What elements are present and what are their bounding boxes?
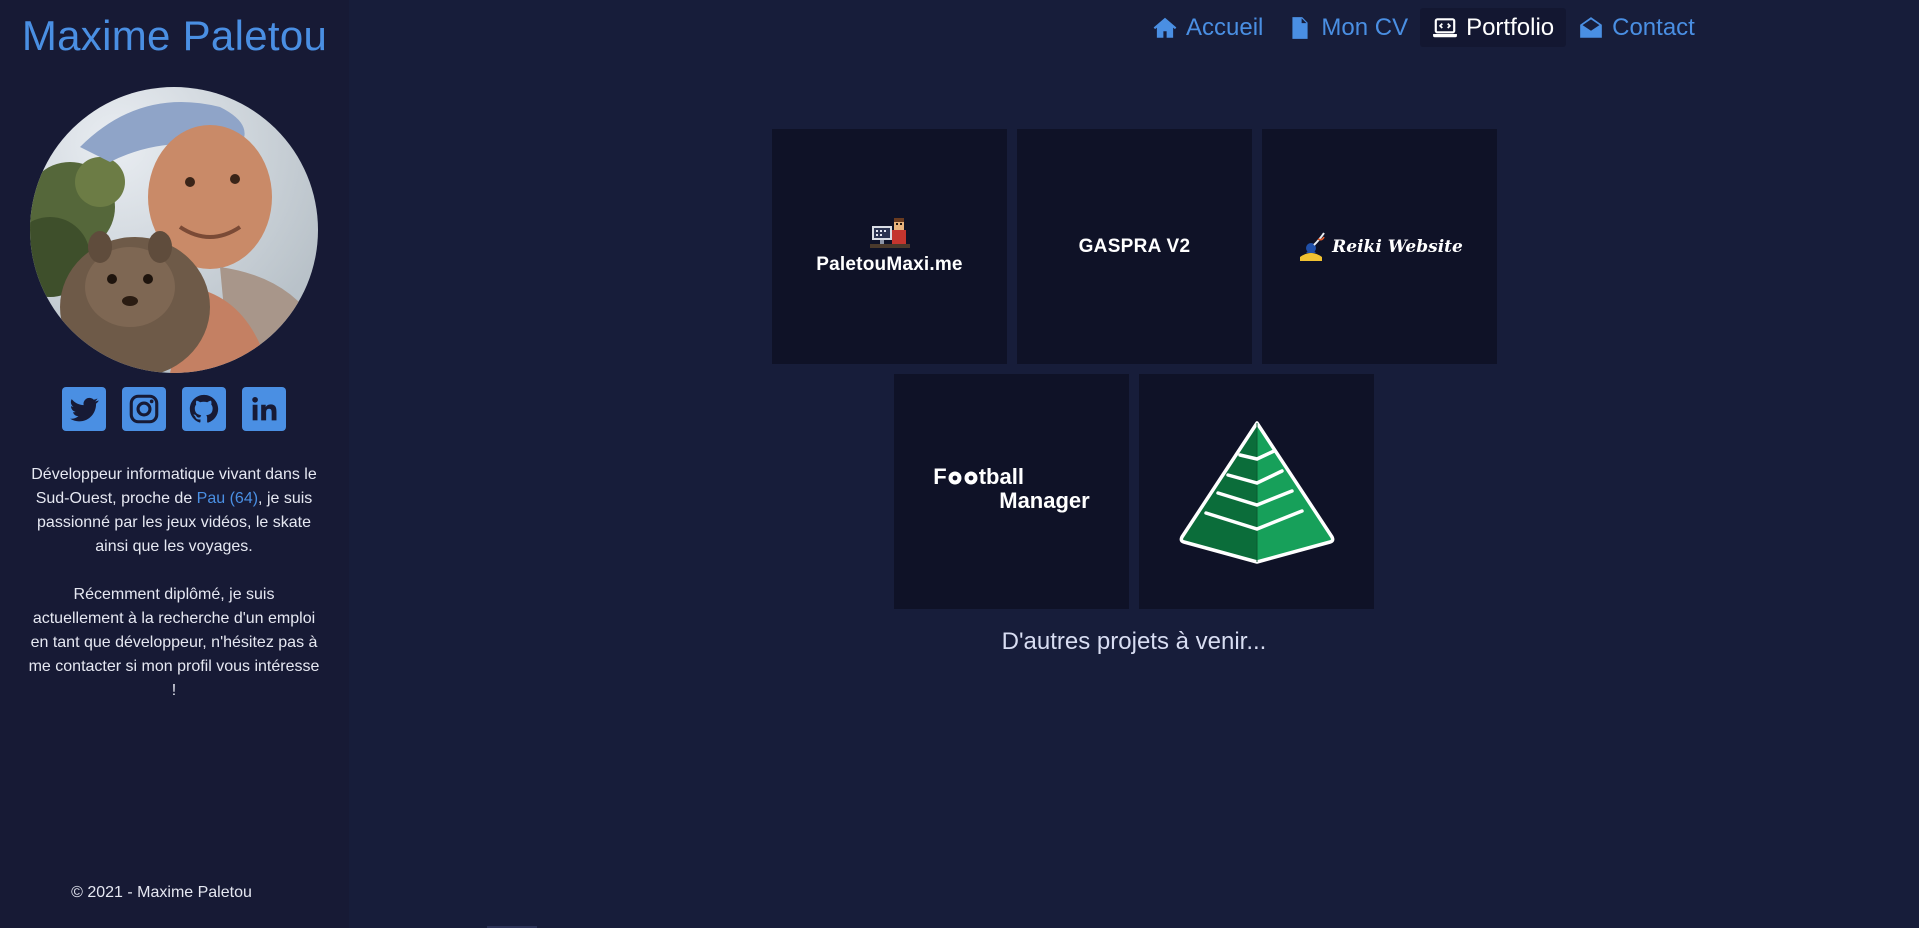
pau-link[interactable]: Pau (64) (197, 490, 258, 507)
nav-contact[interactable]: Contact (1566, 8, 1707, 47)
project-football-manager[interactable]: F tball Manager (894, 374, 1129, 609)
reiki-person-icon (1300, 231, 1325, 261)
home-icon (1153, 17, 1177, 38)
github-icon[interactable] (182, 387, 226, 431)
bio-paragraph-1: Développeur informatique vivant dans le … (31, 466, 317, 555)
linkedin-icon[interactable] (242, 387, 286, 431)
project-football-manager-line2: Manager (999, 487, 1090, 513)
project-reiki-logo: Reiki Website (1296, 231, 1463, 263)
project-football-manager-logo: F tball Manager (933, 464, 1089, 514)
nav-portfolio[interactable]: Portfolio (1420, 8, 1567, 47)
more-projects-text: D'autres projets à venir... (1001, 628, 1267, 655)
social-links (62, 387, 286, 431)
project-reiki[interactable]: Reiki Website (1262, 129, 1497, 364)
project-gaspra[interactable]: GASPRA V2 (1017, 129, 1252, 364)
project-paletoumaxi-logo: PaletouMaxi.me (816, 217, 963, 276)
project-gaspra-label: GASPRA V2 (1078, 235, 1191, 257)
site-title[interactable]: Maxime Paletou (0, 12, 349, 60)
envelope-open-icon (1580, 16, 1602, 38)
nav-mon-cv[interactable]: Mon CV (1275, 8, 1420, 47)
nav-accueil[interactable]: Accueil (1140, 8, 1275, 47)
laptop-code-icon (1433, 17, 1457, 37)
copyright: © 2021 - Maxime Paletou (71, 884, 252, 901)
football-balls-icon (948, 471, 978, 484)
project-reiki-label: Reiki Website (1332, 236, 1463, 257)
green-pyramid-icon (1179, 420, 1334, 564)
sidebar: Maxime Paletou Développeur informatique … (0, 0, 349, 928)
bio: Développeur informatique vivant dans le … (28, 463, 320, 703)
main-nav: Accueil Mon CV Portfolio Contact (1140, 8, 1707, 47)
developer-pixel-icon (869, 217, 910, 248)
avatar-photo (30, 87, 318, 373)
project-paletoumaxi[interactable]: PaletouMaxi.me (772, 129, 1007, 364)
project-paletoumaxi-label: PaletouMaxi.me (816, 253, 963, 275)
avatar (30, 87, 318, 373)
bio-paragraph-2: Récemment diplômé, je suis actuellement … (28, 586, 320, 699)
instagram-icon[interactable] (122, 387, 166, 431)
project-football-manager-line1: F tball (933, 463, 1024, 489)
document-icon (1292, 16, 1308, 39)
project-pyramid[interactable] (1139, 374, 1374, 609)
twitter-icon[interactable] (62, 387, 106, 431)
